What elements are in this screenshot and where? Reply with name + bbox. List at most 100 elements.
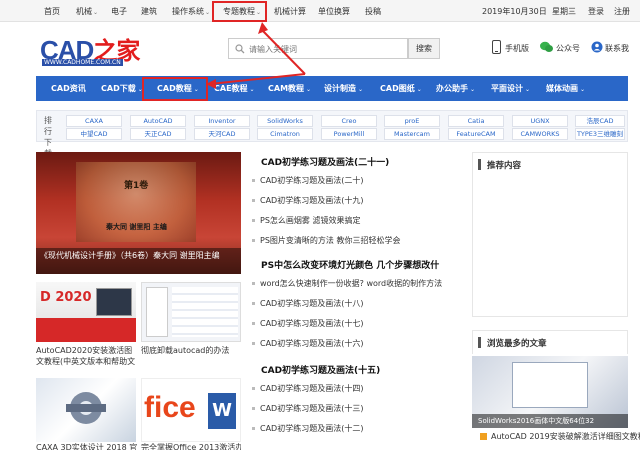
article-headline[interactable]: PS中怎么改变环境灯光颜色 几个步骤想改什 (261, 258, 439, 271)
book-volume: 第1卷 (124, 181, 149, 191)
thumb-caption[interactable]: 完全掌握Office 2013激活办 (141, 442, 241, 450)
chevron-down-icon: ⌄ (358, 86, 364, 93)
article-item[interactable]: PS图片变清晰的方法 教你三招轻松学会 (252, 235, 400, 246)
thumb-autocad2020[interactable]: D 2020 (36, 282, 136, 342)
article-item[interactable]: CAD初学练习题及画法(十八) (252, 298, 363, 309)
hot-article-caption: SolidWorks2016画体中文版64位32 (472, 414, 628, 428)
top-link-unit-convert[interactable]: 单位换算 (318, 6, 350, 17)
tag-link[interactable]: SolidWorks (257, 115, 313, 127)
article-item[interactable]: CAD初学练习题及画法(十七) (252, 318, 363, 329)
tag-link[interactable]: UGNX (512, 115, 568, 127)
tag-link[interactable]: Inventor (194, 115, 250, 127)
nav-cad-news[interactable]: CAD资讯 (51, 83, 86, 94)
thumb-office2013[interactable]: fice W (141, 378, 241, 442)
article-item[interactable]: CAD初学练习题及画法(十三) (252, 403, 363, 414)
highlight-box-topic (212, 1, 267, 22)
thumb-caption[interactable]: 彻底卸载autocad的办法 (141, 345, 241, 356)
article-item[interactable]: CAD初学练习题及画法(十九) (252, 195, 363, 206)
article-item[interactable]: CAD初学练习题及画法(十四) (252, 383, 363, 394)
top-weekday: 星期三 (552, 7, 576, 16)
tag-cloud: 排行下载 CAXAAutoCADInventorSolidWorksCreopr… (36, 110, 628, 158)
tag-link[interactable]: PowerMill (321, 128, 377, 140)
recommended-title: 推荐内容 (487, 161, 522, 171)
thumb-list-image (172, 287, 238, 337)
tag-link[interactable]: 天正CAD (130, 128, 186, 140)
nav-office-helper[interactable]: 办公助手 ⌄ (436, 83, 475, 94)
top-link-architecture[interactable]: 建筑 (141, 6, 157, 17)
bullet-icon (252, 427, 255, 430)
hot-articles-title: 浏览最多的文章 (487, 339, 547, 349)
top-link-mechanical[interactable]: 机械⌄ (76, 6, 98, 17)
nav-graphic-design[interactable]: 平面设计 ⌄ (491, 83, 530, 94)
search-input[interactable] (249, 42, 399, 56)
nav-media-animation[interactable]: 媒体动画 ⌄ (546, 83, 585, 94)
tag-link[interactable]: Catia (448, 115, 504, 127)
top-link-home[interactable]: 首页 (44, 6, 60, 17)
site-logo[interactable]: CAD之家 WWW.CADHOME.COM.CN (40, 34, 140, 68)
thumb-caption[interactable]: CAXA 3D实体设计 2018 官 (36, 442, 140, 450)
tag-link[interactable]: Cimatron (257, 128, 313, 140)
article-item[interactable]: word怎么快速制作一份收据? word收据的制作方法 (252, 278, 442, 289)
mobile-icon[interactable] (492, 40, 501, 54)
hot-article-item[interactable]: AutoCAD 2019安装破解激活详细图文教程 (480, 432, 640, 442)
tag-link[interactable]: TYPE3三维雕刻 (575, 128, 625, 140)
top-link-electronics[interactable]: 电子 (111, 6, 127, 17)
article-item[interactable]: CAD初学练习题及画法(二十) (252, 175, 363, 186)
thumb-screen-image (96, 288, 132, 316)
top-login[interactable]: 登录 (588, 6, 604, 17)
nav-cam-tutorial[interactable]: CAM教程 ⌄ (268, 83, 311, 94)
hot-article-image[interactable]: SolidWorks2016画体中文版64位32 (472, 356, 628, 428)
chevron-down-icon: ⌄ (249, 86, 255, 93)
chevron-down-icon: ⌄ (580, 86, 586, 93)
featured-carousel[interactable]: 第1卷 秦大同 谢里阳 主编 《现代机械设计手册》（共6卷）秦大同 谢里阳主编 (36, 152, 241, 274)
thumb-caption[interactable]: AutoCAD2020安装激活图文教程(中英文版本和帮助文 (36, 345, 138, 367)
search-box (228, 38, 408, 59)
top-link-os[interactable]: 操作系统⌄ (172, 6, 210, 17)
wechat-link[interactable]: 公众号 (556, 43, 580, 54)
tag-link[interactable]: 中望CAD (66, 128, 122, 140)
tag-link[interactable]: CAXA (66, 115, 122, 127)
article-item[interactable]: CAD初学练习题及画法(十二) (252, 423, 363, 434)
rank-badge (480, 433, 487, 440)
logo-sub-text: WWW.CADHOME.COM.CN (42, 59, 123, 66)
search-icon (235, 44, 245, 54)
gear-model-image (66, 392, 106, 424)
tag-link[interactable]: Mastercam (384, 128, 440, 140)
top-link-submit[interactable]: 投稿 (365, 6, 381, 17)
article-headline[interactable]: CAD初学练习题及画法(十五) (261, 363, 380, 376)
top-register[interactable]: 注册 (614, 6, 630, 17)
tag-link[interactable]: Creo (321, 115, 377, 127)
tag-link[interactable]: FeatureCAM (448, 128, 504, 140)
tag-link[interactable]: proE (384, 115, 440, 127)
contact-icon[interactable] (591, 41, 603, 53)
mobile-link[interactable]: 手机版 (505, 43, 529, 54)
book-authors: 秦大同 谢里阳 主编 (106, 223, 167, 231)
bullet-icon (252, 322, 255, 325)
tag-link[interactable]: CAMWORKS (512, 128, 568, 140)
recommended-panel: 推荐内容 (472, 152, 628, 317)
article-item[interactable]: CAD初学练习题及画法(十六) (252, 338, 363, 349)
tag-link[interactable]: 浩辰CAD (575, 115, 625, 127)
chevron-down-icon: ⌄ (205, 9, 211, 16)
featured-caption[interactable]: 《现代机械设计手册》（共6卷）秦大同 谢里阳主编 (36, 248, 241, 274)
tag-link[interactable]: AutoCAD (130, 115, 186, 127)
tag-link[interactable]: 天河CAD (194, 128, 250, 140)
nav-cad-download[interactable]: CAD下载 ⌄ (101, 83, 143, 94)
contact-link[interactable]: 联系我 (605, 43, 629, 54)
hot-articles-panel: 浏览最多的文章 (472, 330, 628, 354)
bullet-icon (252, 302, 255, 305)
top-link-mech-calc[interactable]: 机械计算 (274, 6, 306, 17)
thumb-caxa[interactable] (36, 378, 136, 442)
thumb-uninstall-autocad[interactable] (141, 282, 241, 342)
bullet-icon (252, 282, 255, 285)
nav-cae-tutorial[interactable]: CAE教程 ⌄ (214, 83, 255, 94)
article-item[interactable]: PS怎么画烟雾 滤镜效果搞定 (252, 215, 360, 226)
highlight-box-cad-tutorial (142, 77, 208, 101)
nav-cad-drawings[interactable]: CAD图纸 ⌄ (380, 83, 422, 94)
main-nav: CAD资讯 CAD下载 ⌄ CAD教程 ⌄ CAE教程 ⌄ CAM教程 ⌄ 设计制造 ⌄ … (36, 76, 628, 101)
chevron-down-icon: ⌄ (93, 9, 99, 16)
search-button[interactable]: 搜索 (408, 38, 440, 59)
wechat-icon[interactable] (540, 41, 553, 53)
article-headline[interactable]: CAD初学练习题及画法(二十一) (261, 155, 389, 168)
nav-design-manufacturing[interactable]: 设计制造 ⌄ (324, 83, 363, 94)
